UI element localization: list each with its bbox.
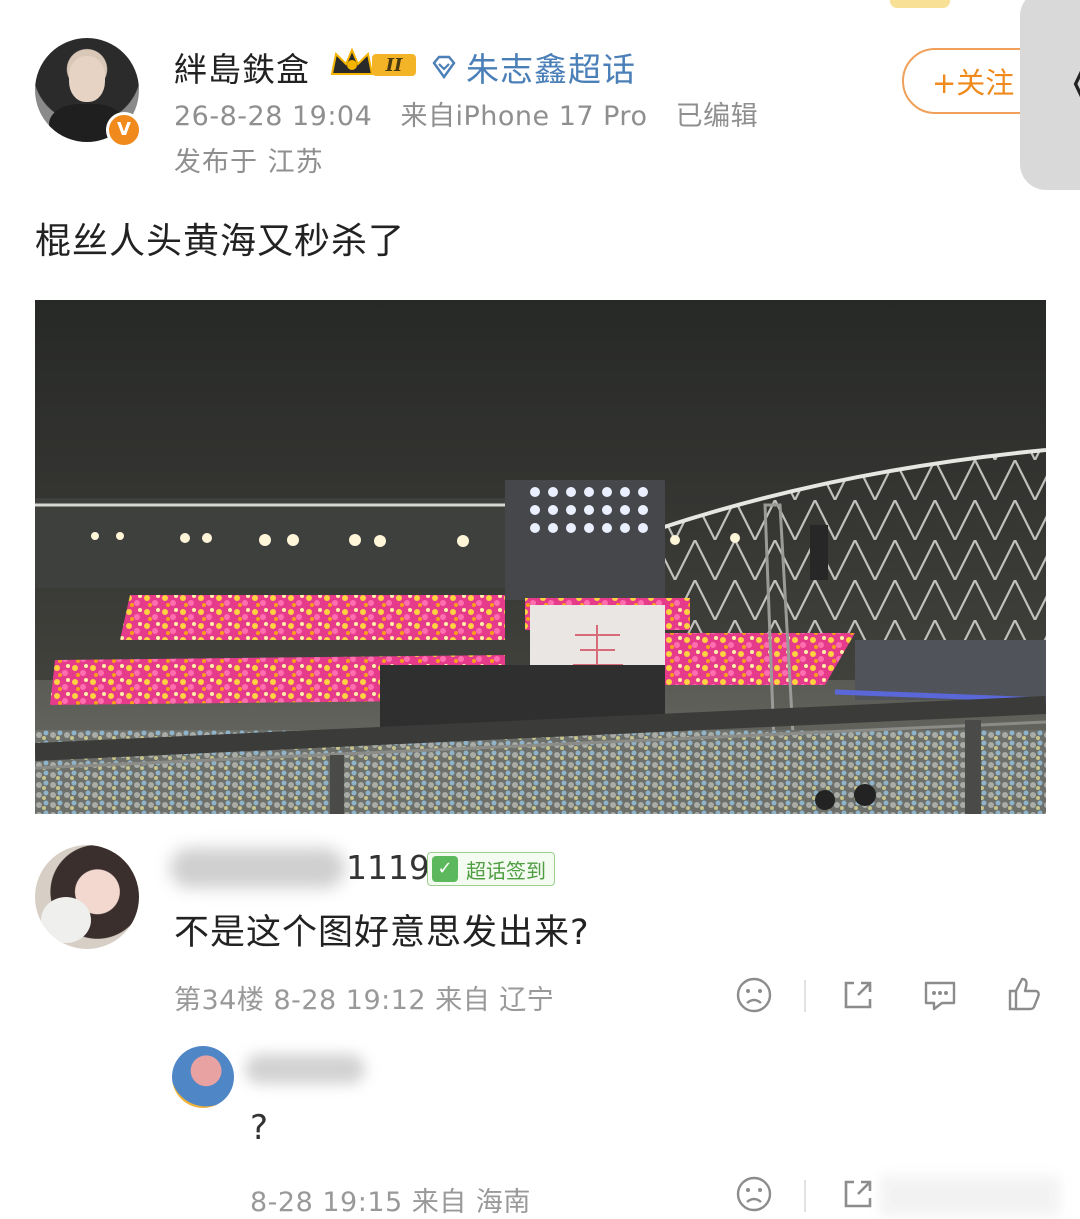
blurred-username <box>170 848 345 888</box>
topic-label: 朱志鑫超话 <box>466 50 636 89</box>
thumbs-up-icon[interactable] <box>1002 973 1046 1017</box>
share-icon[interactable] <box>836 973 880 1017</box>
post-meta: 26-8-28 19:04 来自iPhone 17 Pro 已编辑 <box>174 94 758 133</box>
post-location: 发布于 江苏 <box>174 147 324 178</box>
stadium-photo <box>35 300 1046 814</box>
reply-avatar[interactable] <box>172 1046 234 1108</box>
check-icon: ✓ <box>432 856 458 882</box>
post-source: 来自iPhone 17 Pro <box>400 101 648 132</box>
crown-level-badge-icon: II <box>330 47 416 76</box>
post-text: 棍丝人头黄海又秒杀了 <box>35 221 406 262</box>
comment-text: 不是这个图好意思发出来? <box>174 913 590 953</box>
username[interactable]: 絆島鉄盒 <box>174 43 310 91</box>
commenter-avatar[interactable] <box>35 845 139 949</box>
checkin-badge: ✓ 超话签到 <box>427 852 555 886</box>
comment-icon[interactable] <box>918 973 962 1017</box>
post-edited[interactable]: 已编辑 <box>676 101 759 132</box>
diamond-icon <box>432 55 456 80</box>
post-photo[interactable] <box>35 300 1046 814</box>
comment-meta: 第34楼 8-28 19:12 来自 辽宁 <box>174 985 555 1016</box>
watermark-blur <box>880 1176 1060 1216</box>
checkin-label: 超话签到 <box>466 858 546 883</box>
share-icon[interactable] <box>836 1172 880 1216</box>
post-timestamp: 26-8-28 19:04 <box>174 101 373 132</box>
commenter-name-suffix[interactable]: 1119 <box>346 848 430 887</box>
chevron-left-icon: 《 <box>1042 38 1080 125</box>
top-decoration <box>890 0 950 8</box>
level-badge-text: II <box>385 55 403 76</box>
sad-face-icon[interactable] <box>732 1172 776 1216</box>
reply-meta: 8-28 19:15 来自 海南 <box>250 1187 531 1218</box>
topic-link[interactable]: 朱志鑫超话 <box>430 43 636 91</box>
blurred-reply-username <box>245 1054 365 1084</box>
sad-face-icon[interactable] <box>732 973 776 1017</box>
verified-badge-icon: V <box>106 112 142 148</box>
reply-text: ? <box>250 1108 269 1148</box>
side-back-panel[interactable]: 《 <box>1020 0 1080 190</box>
action-divider <box>804 980 806 1012</box>
action-divider <box>804 1180 806 1212</box>
